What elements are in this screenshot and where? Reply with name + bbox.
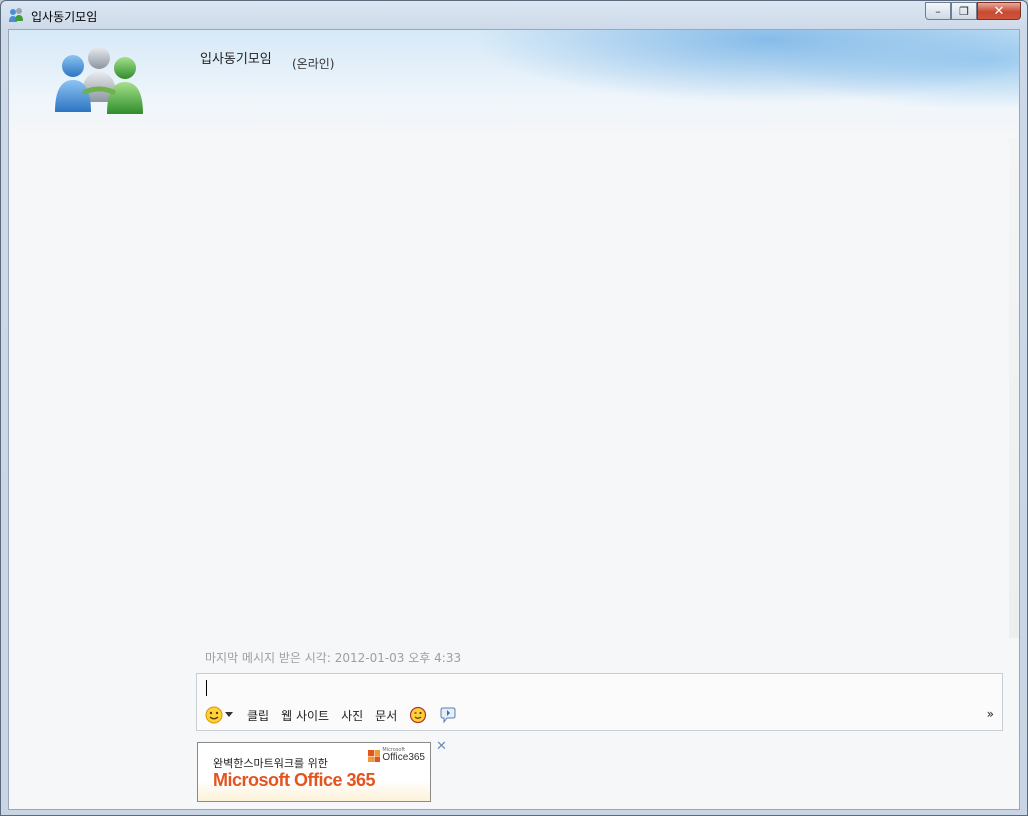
last-message-timestamp: 마지막 메시지 받은 시각: 2012-01-03 오후 4:33: [205, 651, 462, 665]
close-icon: ✕: [993, 3, 1005, 19]
title-bar[interactable]: 입사동기모임 – ❐ ✕: [1, 1, 1027, 29]
contact-name[interactable]: 입사동기모임: [200, 48, 272, 67]
wink-icon: [410, 706, 427, 724]
office-logo-text: Office365: [382, 752, 425, 763]
ad-close-button[interactable]: ✕: [436, 739, 447, 754]
messenger-window: 입사동기모임 – ❐ ✕ 입사동기모임 (온라인) 마지막 메시지 받은 시각:…: [0, 0, 1028, 816]
restore-icon: ❐: [959, 4, 969, 18]
ad-tagline: 완벽한스마트워크를 위한: [213, 757, 328, 770]
document-button[interactable]: 문서: [375, 707, 397, 724]
text-caret: [206, 680, 207, 696]
smiley-icon: [205, 706, 223, 724]
clip-button[interactable]: 클립: [247, 707, 269, 724]
window-title: 입사동기모임: [31, 10, 98, 24]
nudge-icon: [440, 707, 456, 724]
nudge-button[interactable]: [439, 706, 457, 724]
messenger-app-icon: [9, 8, 23, 22]
office-logo: Microsoft Office365: [367, 748, 425, 763]
minimize-icon: –: [935, 4, 941, 18]
ad-brand: Microsoft Office 365: [213, 770, 376, 790]
caption-buttons: – ❐ ✕: [925, 2, 1021, 21]
photo-button[interactable]: 사진: [341, 707, 363, 724]
website-button[interactable]: 웹 사이트: [281, 707, 329, 724]
side-panel-edge: [1009, 138, 1019, 638]
message-compose-box[interactable]: 클립 웹 사이트 사진 문서 »: [196, 673, 1003, 731]
compose-toolbar: 클립 웹 사이트 사진 문서: [205, 705, 469, 725]
conversation-area: 입사동기모임 (온라인) 마지막 메시지 받은 시각: 2012-01-03 오…: [8, 29, 1020, 810]
more-options-button[interactable]: »: [987, 707, 994, 721]
restore-button[interactable]: ❐: [951, 2, 977, 20]
conversation-header: [9, 30, 1019, 140]
contact-status: (온라인): [292, 57, 335, 71]
wink-button[interactable]: [409, 706, 427, 724]
emoticon-picker-button[interactable]: [205, 706, 233, 724]
chevron-down-icon: [225, 712, 233, 717]
minimize-button[interactable]: –: [925, 2, 951, 20]
office-logo-icon: [368, 749, 381, 762]
advertisement-banner[interactable]: 완벽한스마트워크를 위한 Microsoft Office 365 Micros…: [197, 742, 431, 802]
close-button[interactable]: ✕: [977, 2, 1021, 20]
group-avatar-icon[interactable]: [51, 44, 147, 116]
